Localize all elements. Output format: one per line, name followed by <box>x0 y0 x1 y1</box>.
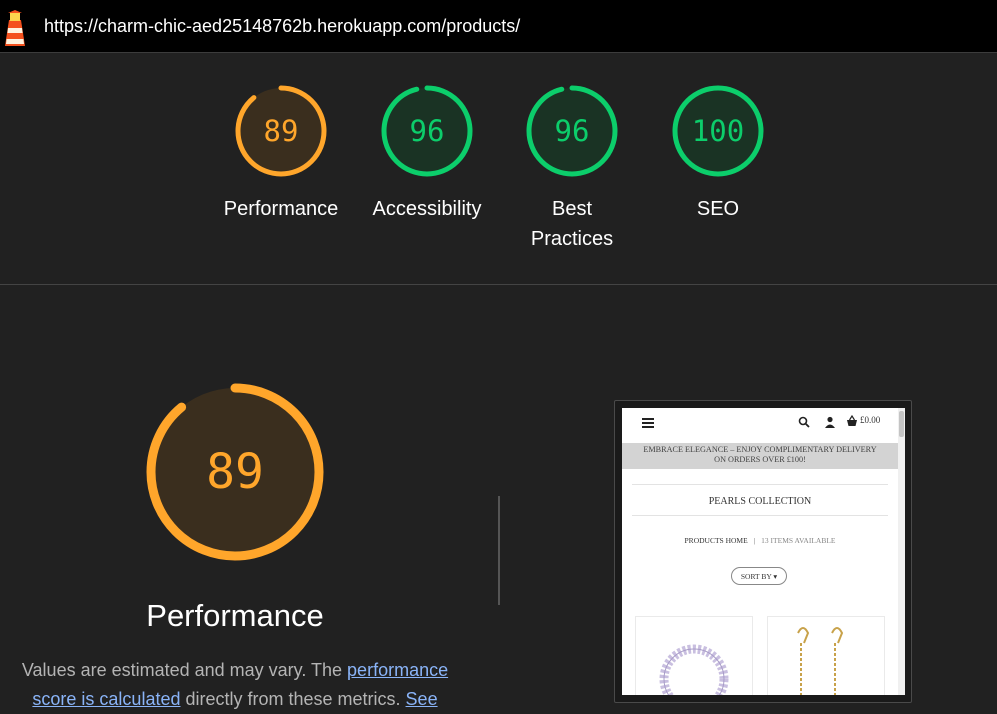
screenshot-scrollbar[interactable] <box>898 408 905 695</box>
pearl-bracelet-image <box>659 644 729 695</box>
gauge-label-performance: Performance <box>223 198 339 220</box>
hamburger-menu-icon <box>642 418 654 428</box>
gauge-accessibility[interactable]: 96 <box>379 83 475 179</box>
cart-total: £0.00 <box>860 415 881 425</box>
screenshot-page: £0.00 EMBRACE ELEGANCE – ENJOY COMPLIMEN… <box>622 408 898 695</box>
scrollbar-thumb[interactable] <box>899 411 904 437</box>
gauge-label-best-practices: Best Practices <box>497 194 647 254</box>
gauge-label-line: Best <box>551 198 593 220</box>
search-icon <box>798 416 810 428</box>
sort-by-button: SORT BY ▾ <box>731 567 787 585</box>
collection-heading: PEARLS COLLECTION <box>708 496 812 507</box>
gauge-seo[interactable]: 100 <box>670 83 766 179</box>
products-home-link: PRODUCTS HOME <box>684 536 748 545</box>
gauge-label-accessibility: Accessibility <box>372 198 482 220</box>
desc-text: Values are estimated and may vary. The <box>21 660 348 680</box>
vertical-separator <box>498 496 500 605</box>
delivery-banner: EMBRACE ELEGANCE – ENJOY COMPLIMENTARY D… <box>622 443 898 469</box>
rule <box>632 515 888 516</box>
performance-title: Performance <box>146 598 324 633</box>
pearl-earrings-image <box>797 627 844 695</box>
performance-description: Values are estimated and may vary. The p… <box>10 656 460 714</box>
gauge-label-seo: SEO <box>696 198 740 220</box>
banner-line: ON ORDERS OVER £100! <box>714 455 806 464</box>
items-count: 13 ITEMS AVAILABLE <box>761 536 836 545</box>
gauge-best-practices[interactable]: 96 <box>524 83 620 179</box>
rule <box>632 484 888 485</box>
performance-score: 89 <box>206 444 264 500</box>
gauge-score: 96 <box>409 114 445 148</box>
performance-gauge-large: 89 <box>144 381 326 563</box>
basket-icon <box>847 415 857 426</box>
url-bar: https://charm-chic-aed25148762b.herokuap… <box>0 0 997 53</box>
products-breadcrumb: PRODUCTS HOME | 13 ITEMS AVAILABLE <box>622 536 898 545</box>
gauge-performance[interactable]: 89 <box>233 83 329 179</box>
lighthouse-icon <box>5 10 25 46</box>
desc-text: directly from these metrics. <box>180 689 406 709</box>
crumb-separator: | <box>753 536 756 545</box>
gauge-score: 96 <box>554 114 590 148</box>
section-divider <box>0 284 997 285</box>
final-screenshot[interactable]: £0.00 EMBRACE ELEGANCE – ENJOY COMPLIMEN… <box>614 400 912 703</box>
gauge-score: 89 <box>263 114 299 148</box>
user-icon <box>825 416 835 428</box>
product-card <box>767 616 885 695</box>
gauge-score: 100 <box>691 114 745 148</box>
banner-line: EMBRACE ELEGANCE – ENJOY COMPLIMENTARY D… <box>643 445 877 454</box>
gauge-label-line: Practices <box>530 228 614 250</box>
product-card <box>635 616 753 695</box>
page-url[interactable]: https://charm-chic-aed25148762b.herokuap… <box>44 16 520 37</box>
see-link[interactable]: See <box>406 689 438 709</box>
site-navbar: £0.00 <box>622 408 898 442</box>
